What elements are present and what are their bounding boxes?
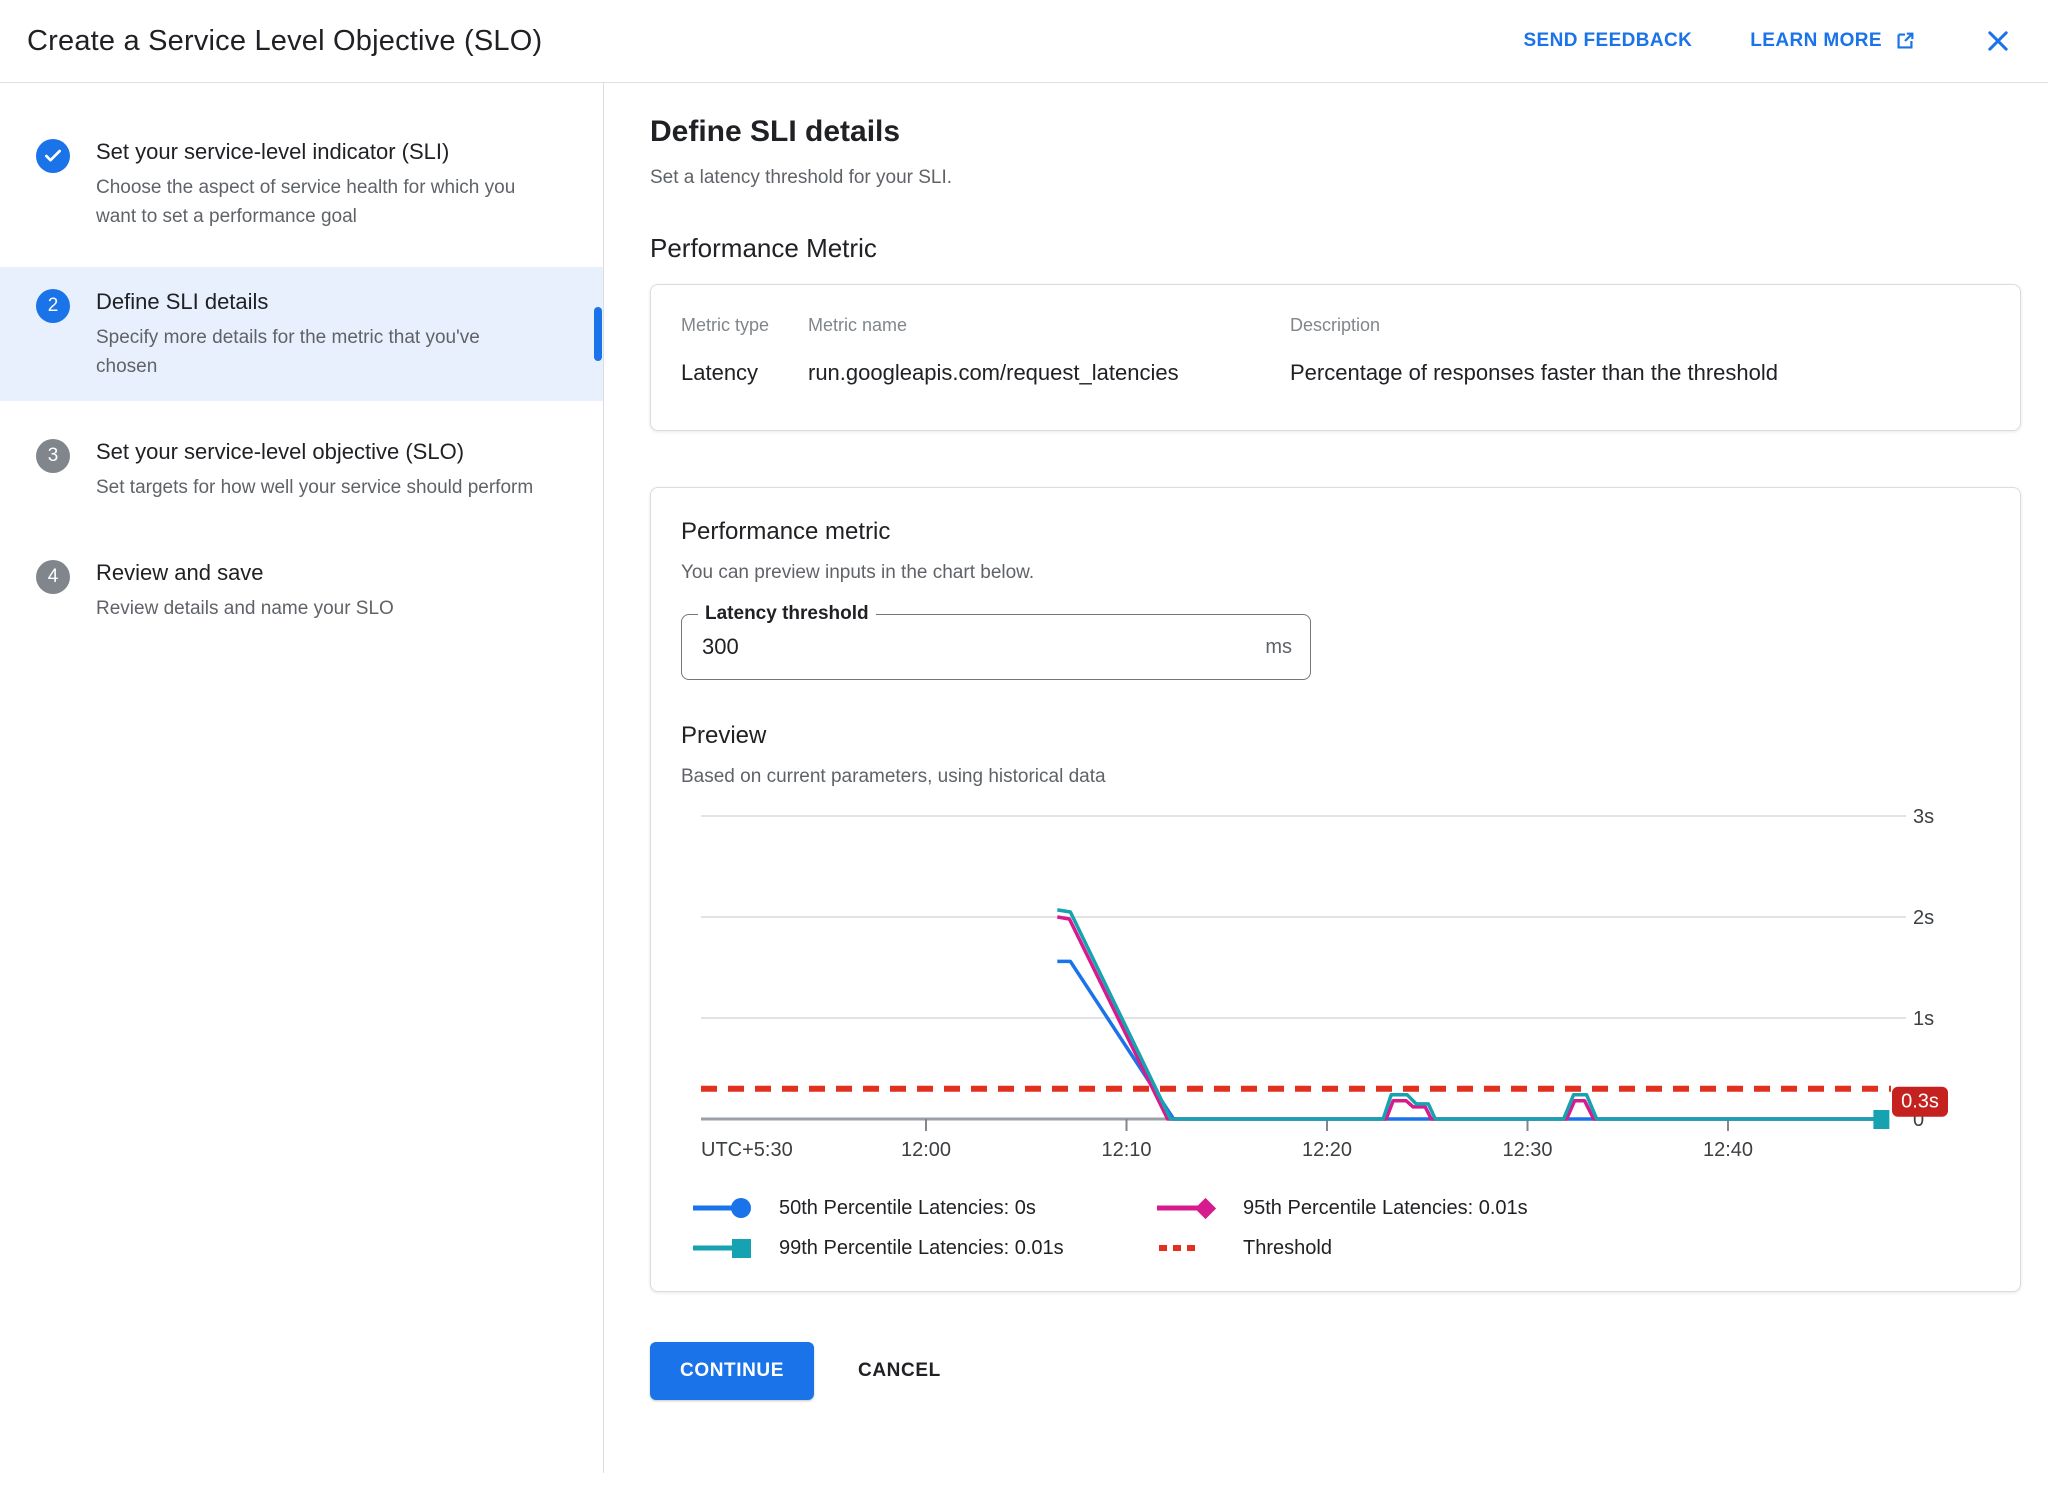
latency-threshold-field: Latency threshold ms bbox=[681, 603, 1311, 680]
step-1-check-icon bbox=[36, 139, 70, 173]
latency-preview-chart: 3s 2s 1s 0 12:00 12:10 12:20 12:30 12:40 UTC+5:30… bbox=[691, 804, 1990, 1181]
create-slo-dialog: Create a Service Level Objective (SLO) S… bbox=[0, 0, 2048, 1504]
learn-more-link[interactable]: LEARN MORE bbox=[1750, 30, 1916, 52]
legend-item: 50th Percentile Latencies: 0s bbox=[691, 1195, 1155, 1221]
svg-text:12:30: 12:30 bbox=[1502, 1139, 1552, 1161]
cancel-button[interactable]: CANCEL bbox=[836, 1360, 963, 1382]
step-4-title: Review and save bbox=[96, 560, 264, 585]
svg-text:0.3s: 0.3s bbox=[1901, 1091, 1939, 1113]
preview-title: Preview bbox=[681, 722, 767, 749]
step-2-description: Specify more details for the metric that… bbox=[96, 327, 480, 377]
step-2-number-badge: 2 bbox=[36, 289, 70, 323]
dialog-actions: CONTINUE CANCEL bbox=[650, 1342, 2021, 1400]
legend-item-label: 95th Percentile Latencies: 0.01s bbox=[1243, 1196, 1528, 1219]
performance-metric-card: Performance metric You can preview input… bbox=[650, 487, 2021, 1292]
dialog-header: Create a Service Level Objective (SLO) S… bbox=[0, 0, 2048, 83]
learn-more-label: LEARN MORE bbox=[1750, 30, 1882, 51]
legend-item-label: Threshold bbox=[1243, 1236, 1332, 1259]
svg-text:1s: 1s bbox=[1913, 1008, 1934, 1030]
dashes-legend-marker-icon bbox=[1159, 1245, 1201, 1251]
svg-text:2s: 2s bbox=[1913, 907, 1934, 929]
legend-item-label: 50th Percentile Latencies: 0s bbox=[779, 1196, 1036, 1219]
performance-metric-card-title: Performance metric bbox=[681, 518, 891, 545]
step-3-title: Set your service-level objective (SLO) bbox=[96, 439, 465, 464]
page-title: Create a Service Level Objective (SLO) bbox=[27, 24, 543, 57]
step-1-title: Set your service-level indicator (SLI) bbox=[96, 139, 450, 164]
legend-item: Threshold bbox=[1155, 1235, 1990, 1261]
step-review-save[interactable]: 4 Review and save Review details and nam… bbox=[0, 538, 603, 643]
description-column-header: Description bbox=[1290, 315, 1381, 335]
metric-name-value: run.googleapis.com/request_latencies bbox=[808, 360, 1179, 385]
step-4-description: Review details and name your SLO bbox=[96, 598, 394, 619]
latency-threshold-unit: ms bbox=[1265, 635, 1292, 658]
square-legend-marker-icon bbox=[693, 1239, 751, 1258]
svg-text:12:00: 12:00 bbox=[901, 1139, 951, 1161]
step-2-title: Define SLI details bbox=[96, 289, 269, 314]
step-3-number-badge: 3 bbox=[36, 439, 70, 473]
legend-item-label: 99th Percentile Latencies: 0.01s bbox=[779, 1236, 1064, 1259]
legend-item: 95th Percentile Latencies: 0.01s bbox=[1155, 1195, 1990, 1221]
close-icon bbox=[1984, 27, 2012, 55]
performance-metric-section-title: Performance Metric bbox=[650, 233, 877, 263]
step-1-description: Choose the aspect of service health for … bbox=[96, 177, 516, 227]
chart-legend: 50th Percentile Latencies: 0s 95th Percen… bbox=[691, 1195, 1990, 1261]
external-link-icon bbox=[1894, 30, 1916, 52]
metric-name-column-header: Metric name bbox=[808, 315, 908, 335]
metric-table: Metric type Metric name Description Late… bbox=[681, 315, 1990, 386]
step-set-sli[interactable]: Set your service-level indicator (SLI) C… bbox=[0, 117, 603, 251]
step-define-sli-details[interactable]: 2 Define SLI details Specify more detail… bbox=[0, 267, 603, 401]
latency-threshold-input[interactable] bbox=[682, 634, 1266, 660]
step-set-slo[interactable]: 3 Set your service-level objective (SLO)… bbox=[0, 417, 603, 522]
continue-button[interactable]: CONTINUE bbox=[650, 1342, 815, 1400]
metric-type-column-header: Metric type bbox=[681, 315, 770, 335]
diamond-legend-marker-icon bbox=[1157, 1197, 1217, 1220]
stepper-sidebar: Set your service-level indicator (SLI) C… bbox=[0, 83, 604, 1473]
legend-item: 99th Percentile Latencies: 0.01s bbox=[691, 1235, 1155, 1261]
svg-text:12:20: 12:20 bbox=[1302, 1139, 1352, 1161]
step-3-description: Set targets for how well your service sh… bbox=[96, 477, 534, 498]
circle-legend-marker-icon bbox=[693, 1198, 751, 1218]
send-feedback-label: SEND FEEDBACK bbox=[1523, 30, 1693, 51]
section-subheading: Set a latency threshold for your SLI. bbox=[650, 167, 953, 188]
chart-canvas: 3s2s1s012:00 12:10 12:20 12:30 12:40UTC+5:30… bbox=[701, 806, 1948, 1161]
preview-subtitle: Based on current parameters, using histo… bbox=[681, 766, 1106, 787]
performance-metric-card-hint: You can preview inputs in the chart belo… bbox=[681, 562, 1035, 583]
step-4-number-badge: 4 bbox=[36, 560, 70, 594]
close-button[interactable] bbox=[1984, 27, 2012, 55]
metric-summary-card: Metric type Metric name Description Late… bbox=[650, 284, 2021, 431]
description-value: Percentage of responses faster than the … bbox=[1290, 360, 1778, 385]
metric-type-value: Latency bbox=[681, 360, 759, 385]
svg-text:3s: 3s bbox=[1913, 806, 1934, 828]
svg-text:UTC+5:30: UTC+5:30 bbox=[701, 1139, 793, 1161]
latency-threshold-label: Latency threshold bbox=[698, 603, 876, 625]
header-actions: SEND FEEDBACK LEARN MORE bbox=[1523, 27, 2012, 55]
send-feedback-button[interactable]: SEND FEEDBACK bbox=[1523, 30, 1692, 52]
svg-text:12:10: 12:10 bbox=[1101, 1139, 1151, 1161]
svg-text:12:40: 12:40 bbox=[1703, 1139, 1753, 1161]
section-heading: Define SLI details bbox=[650, 115, 901, 148]
main-panel: Define SLI details Set a latency thresho… bbox=[604, 83, 2048, 1473]
